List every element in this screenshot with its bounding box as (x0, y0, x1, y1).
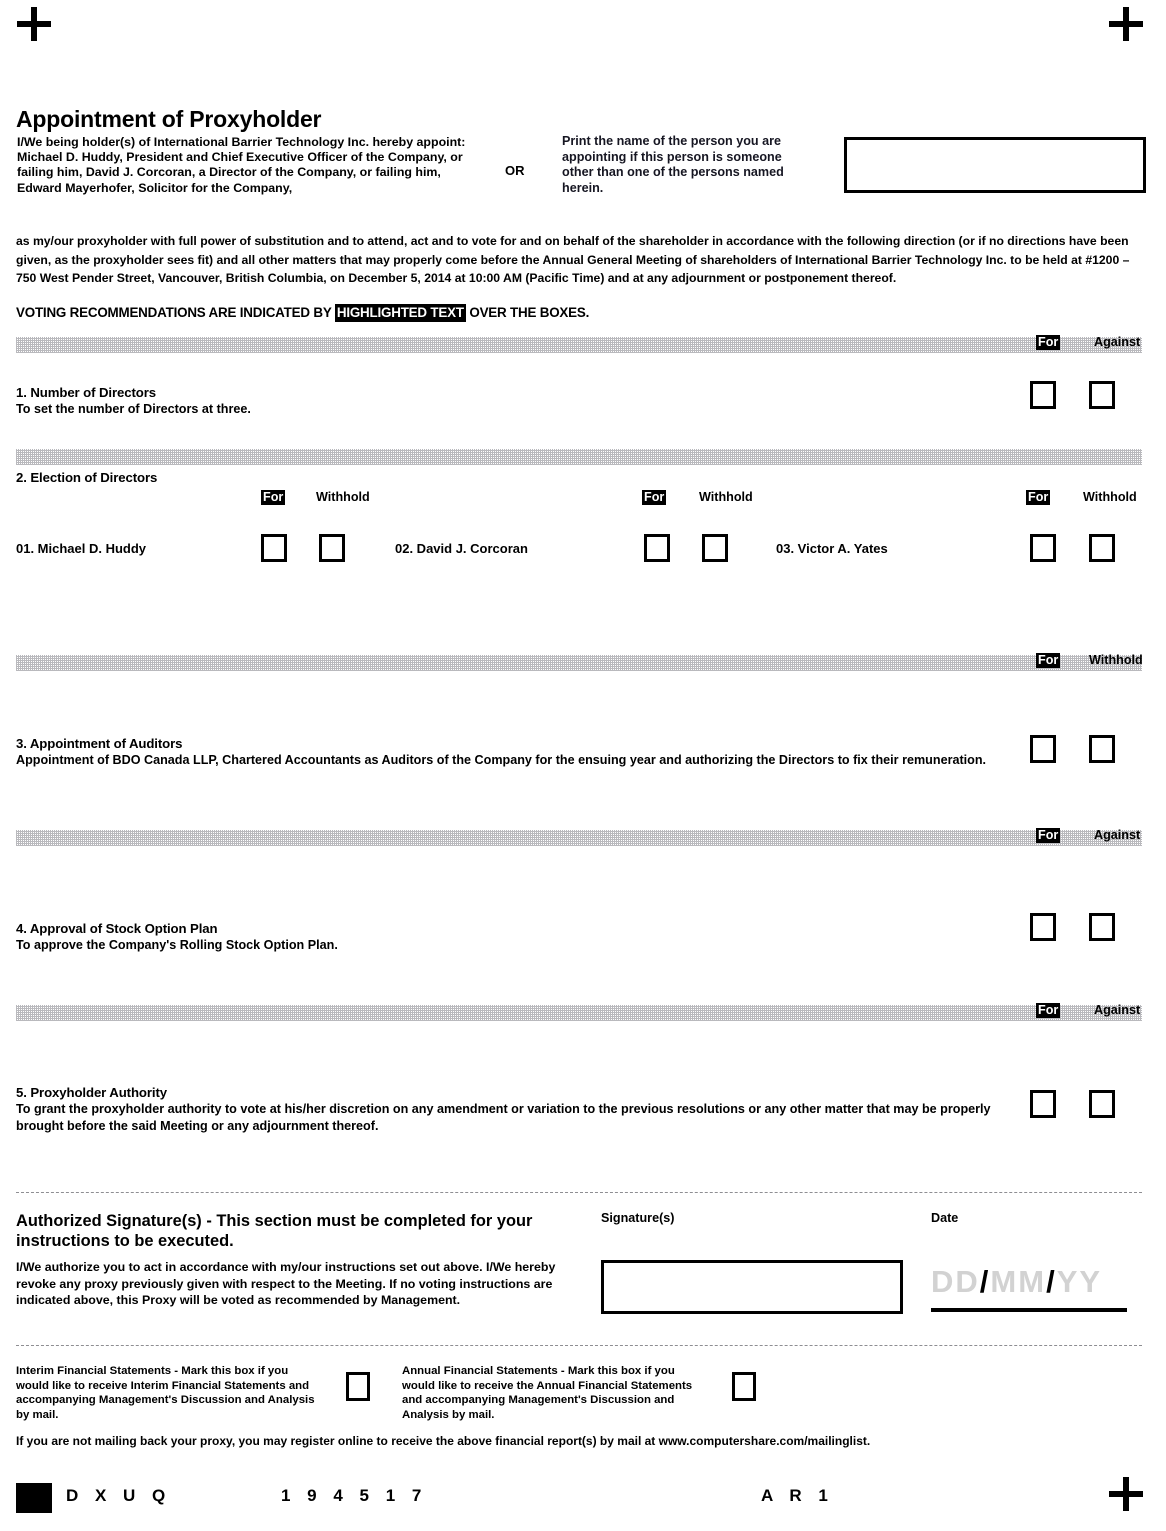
item-4-for-checkbox[interactable] (1030, 913, 1056, 941)
annual-financial-statements-text: Annual Financial Statements - Mark this … (402, 1365, 693, 1421)
item-1-against-label: Against (1094, 335, 1141, 349)
signature-section-divider (16, 1192, 1142, 1193)
proxy-authorization-paragraph: as my/our proxyholder with full power of… (16, 234, 1130, 285)
item-1-against-checkbox[interactable] (1089, 381, 1115, 409)
item-1-title: 1. Number of Directors (16, 385, 156, 400)
signature-input[interactable] (601, 1260, 903, 1314)
separator-band-3 (16, 655, 1142, 671)
proxy-form: Appointment of Proxyholder I/We being ho… (16, 0, 1150, 1531)
date-dd-placeholder: DD (931, 1264, 980, 1299)
signature-field-label: Signature(s) (601, 1211, 675, 1225)
item-3-for-checkbox[interactable] (1030, 735, 1056, 763)
director-1-name: 01. Michael D. Huddy (16, 541, 147, 556)
item-4-description: To approve the Company's Rolling Stock O… (16, 938, 338, 952)
item-1-description: To set the number of Directors at three. (16, 402, 251, 416)
date-separator-1: / (979, 1264, 991, 1299)
footer-code-number: 1 9 4 5 1 7 (281, 1486, 428, 1505)
or-label: OR (505, 163, 525, 178)
voting-recommendations-note: VOTING RECOMMENDATIONS ARE INDICATED BY … (16, 304, 590, 322)
item-1-for-label: For (1036, 335, 1061, 350)
item-5-against-label: Against (1094, 1003, 1141, 1017)
item-5-column-headers: For Against (1026, 1003, 1156, 1021)
director-3-for-label: For (1026, 490, 1051, 505)
item-1-column-headers: For Against (1026, 335, 1146, 353)
director-2-for-checkbox[interactable] (644, 534, 670, 562)
item-5-for-label: For (1036, 1003, 1061, 1018)
date-field-label: Date (931, 1211, 959, 1225)
footer-code-letters: D X U Q (66, 1486, 172, 1505)
date-separator-2: / (1046, 1264, 1057, 1299)
page-title: Appointment of Proxyholder (16, 106, 322, 132)
item-3-for-label: For (1036, 653, 1061, 668)
item-3-withhold-checkbox[interactable] (1089, 735, 1115, 763)
separator-band-2 (16, 449, 1142, 465)
item-4-column-headers: For Against (1026, 828, 1156, 846)
voting-rec-prefix: VOTING RECOMMENDATIONS ARE INDICATED BY (16, 305, 335, 320)
separator-band-5 (16, 1005, 1142, 1021)
item-3-description: Appointment of BDO Canada LLP, Chartered… (16, 753, 987, 767)
resolution-item-4: 4. Approval of Stock Option Plan To appr… (16, 921, 338, 954)
director-1-for-checkbox[interactable] (261, 534, 287, 562)
date-mm-placeholder: MM (990, 1264, 1047, 1299)
resolution-item-5: 5. Proxyholder Authority To grant the pr… (16, 1085, 996, 1134)
director-3-for-checkbox[interactable] (1030, 534, 1056, 562)
item-5-description: To grant the proxyholder authority to vo… (16, 1102, 991, 1133)
item-2-title: 2. Election of Directors (16, 470, 158, 485)
signature-section-title: Authorized Signature(s) - This section m… (16, 1212, 533, 1250)
director-1-withhold-checkbox[interactable] (319, 534, 345, 562)
item-5-against-checkbox[interactable] (1089, 1090, 1115, 1118)
item-5-for-checkbox[interactable] (1030, 1090, 1056, 1118)
director-2-name: 02. David J. Corcoran (395, 541, 528, 556)
resolution-item-3: 3. Appointment of Auditors Appointment o… (16, 736, 1006, 769)
item-5-title: 5. Proxyholder Authority (16, 1085, 167, 1100)
annual-financial-statements-checkbox[interactable] (732, 1372, 756, 1401)
director-1-for-label: For (261, 490, 286, 505)
date-yy-placeholder: YY (1056, 1264, 1103, 1299)
separator-band-1 (16, 337, 1142, 353)
director-2-withhold-checkbox[interactable] (702, 534, 728, 562)
item-3-withhold-label: Withhold (1089, 653, 1143, 667)
item-4-title: 4. Approval of Stock Option Plan (16, 921, 218, 936)
interim-financial-statements-checkbox[interactable] (346, 1372, 370, 1401)
resolution-item-2: 2. Election of Directors (16, 470, 157, 486)
date-input[interactable]: DD/MM/YY (931, 1264, 1126, 1300)
voting-rec-suffix: OVER THE BOXES. (465, 305, 590, 320)
director-3-name: 03. Victor A. Yates (776, 541, 888, 556)
resolution-item-1: 1. Number of Directors To set the number… (16, 385, 251, 418)
director-3-withhold-label: Withhold (1083, 490, 1137, 504)
director-3-withhold-checkbox[interactable] (1089, 534, 1115, 562)
item-4-against-label: Against (1094, 828, 1141, 842)
appointee-name-input[interactable] (844, 137, 1146, 193)
signature-section-body: I/We authorize you to act in accordance … (16, 1259, 571, 1309)
director-2-for-label: For (642, 490, 667, 505)
footer-alignment-block (16, 1483, 52, 1513)
voting-rec-highlight: HIGHLIGHTED TEXT (334, 304, 466, 322)
item-3-column-headers: For Withhold (1026, 653, 1156, 671)
footer-code-right: A R 1 (761, 1486, 834, 1505)
item-1-for-checkbox[interactable] (1030, 381, 1056, 409)
item-4-for-label: For (1036, 828, 1061, 843)
director-1-withhold-label: Withhold (316, 490, 370, 504)
interim-financial-statements-text: Interim Financial Statements - Mark this… (16, 1365, 315, 1421)
print-name-instruction-text: Print the name of the person you are app… (562, 134, 784, 195)
mailing-list-note: If you are not mailing back your proxy, … (16, 1434, 871, 1448)
item-4-against-checkbox[interactable] (1089, 913, 1115, 941)
item-3-title: 3. Appointment of Auditors (16, 736, 183, 751)
appointment-instruction-text: I/We being holder(s) of International Ba… (17, 135, 466, 195)
date-underline (931, 1308, 1127, 1312)
financial-statements-divider (16, 1345, 1142, 1346)
separator-band-4 (16, 830, 1142, 846)
director-2-withhold-label: Withhold (699, 490, 753, 504)
